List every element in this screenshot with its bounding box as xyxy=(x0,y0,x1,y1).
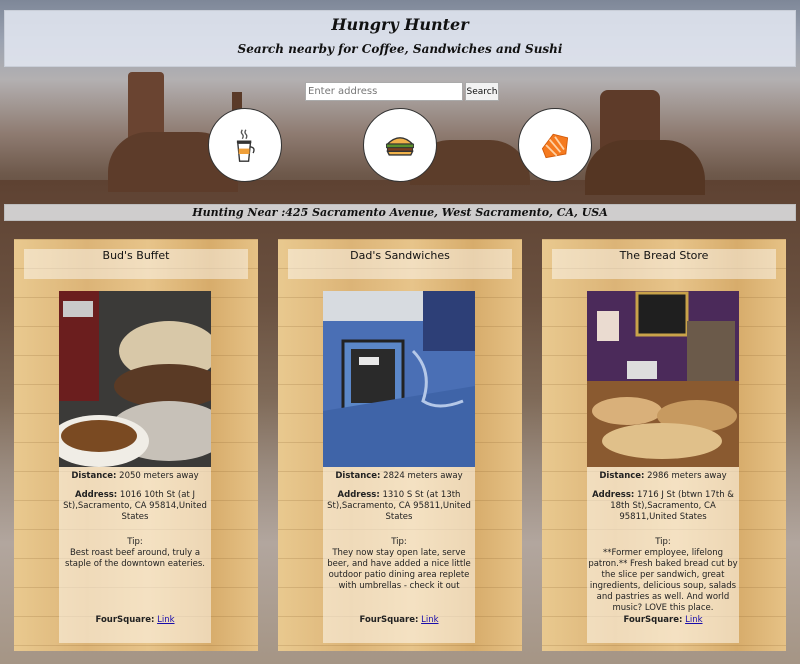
distance-label: Distance: xyxy=(71,471,117,481)
venue-details: Distance: 2050 meters away Address: 1016… xyxy=(59,291,211,643)
sushi-category-button[interactable] xyxy=(518,108,592,182)
venue-tip: **Former employee, lifelong patron.** Fr… xyxy=(588,548,738,613)
foursquare-label: FourSquare: xyxy=(623,615,683,625)
distance-label: Distance: xyxy=(599,471,645,481)
foursquare-label: FourSquare: xyxy=(359,615,419,625)
sandwich-category-button[interactable] xyxy=(363,108,437,182)
venue-photo xyxy=(323,291,475,467)
venue-details: Distance: 2986 meters away Address: 1716… xyxy=(587,291,739,643)
tip-label: Tip: xyxy=(127,537,143,547)
coffee-cup-icon xyxy=(236,129,255,162)
foursquare-link[interactable]: Link xyxy=(421,615,438,625)
site-title: Hungry Hunter xyxy=(331,15,469,34)
venue-photo xyxy=(587,291,739,467)
tip-label: Tip: xyxy=(391,537,407,547)
burger-icon xyxy=(385,137,415,156)
venue-tip: Best roast beef around, truly a staple o… xyxy=(65,548,205,569)
search-button[interactable]: Search xyxy=(465,82,499,101)
sushi-icon xyxy=(541,133,569,159)
foursquare-row: FourSquare: Link xyxy=(587,615,739,625)
venue-card: Bud's Buffet Distance: 2050 meters away … xyxy=(14,239,258,651)
address-label: Address: xyxy=(592,490,635,500)
venue-distance: 2986 meters away xyxy=(647,471,727,481)
foursquare-link[interactable]: Link xyxy=(157,615,174,625)
location-label: Hunting Near : xyxy=(192,206,286,219)
site-subtitle: Search nearby for Coffee, Sandwiches and… xyxy=(237,42,563,56)
distance-label: Distance: xyxy=(335,471,381,481)
address-label: Address: xyxy=(337,490,380,500)
location-bar: Hunting Near :425 Sacramento Avenue, Wes… xyxy=(4,204,796,221)
background-mesa xyxy=(585,140,705,195)
foursquare-row: FourSquare: Link xyxy=(59,615,211,625)
foursquare-link[interactable]: Link xyxy=(685,615,702,625)
venue-card: Dad's Sandwiches Distance: 2824 meters a… xyxy=(278,239,522,651)
venue-name: Bud's Buffet xyxy=(24,249,248,279)
address-label: Address: xyxy=(74,490,118,500)
address-input[interactable] xyxy=(305,82,463,101)
venue-name: Dad's Sandwiches xyxy=(288,249,512,279)
venue-tip: They now stay open late, serve beer, and… xyxy=(327,548,471,591)
venue-name: The Bread Store xyxy=(552,249,776,279)
venue-photo xyxy=(59,291,211,467)
venue-details: Distance: 2824 meters away Address: 1310… xyxy=(323,291,475,643)
venue-card: The Bread Store Distance: 2986 meters aw… xyxy=(542,239,786,651)
tip-label: Tip: xyxy=(655,537,671,547)
venue-distance: 2824 meters away xyxy=(383,471,463,481)
coffee-category-button[interactable] xyxy=(208,108,282,182)
foursquare-row: FourSquare: Link xyxy=(323,615,475,625)
search-bar: Search xyxy=(305,82,499,101)
foursquare-label: FourSquare: xyxy=(95,615,155,625)
location-address: 425 Sacramento Avenue, West Sacramento, … xyxy=(285,206,608,219)
venue-distance: 2050 meters away xyxy=(119,471,199,481)
site-header: Hungry Hunter Search nearby for Coffee, … xyxy=(4,10,796,67)
